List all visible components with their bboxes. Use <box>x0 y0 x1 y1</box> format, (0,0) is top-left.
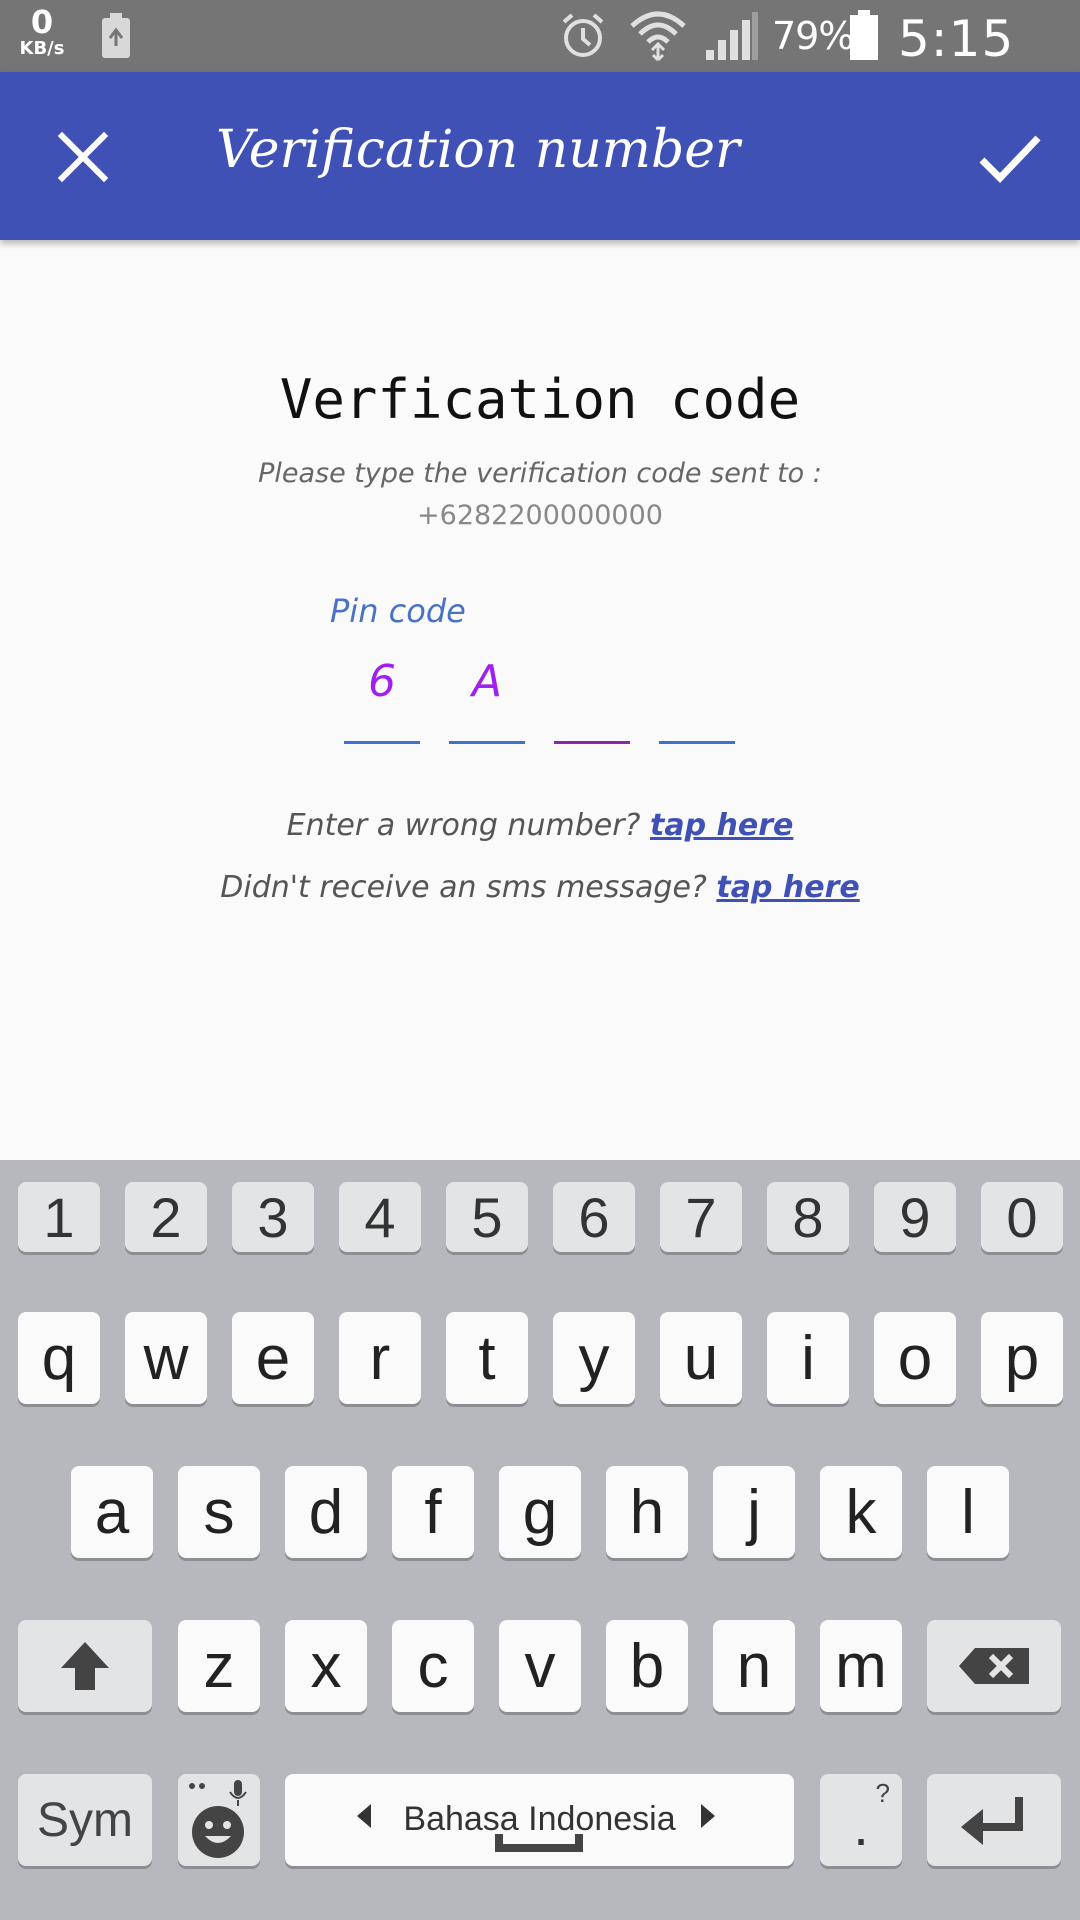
pin-digit-1-value: 6 <box>368 656 396 707</box>
wrong-number-text: Enter a wrong number? <box>286 808 641 843</box>
period-key-punct-hint: ? <box>875 1778 890 1808</box>
key-p[interactable]: p <box>981 1312 1063 1404</box>
key-w[interactable]: w <box>125 1312 207 1404</box>
pin-digit-4-underline <box>659 741 735 744</box>
key-u[interactable]: u <box>660 1312 742 1404</box>
pin-digit-3[interactable] <box>554 652 630 744</box>
page-heading: Verfication code <box>279 368 801 431</box>
key-t[interactable]: t <box>446 1312 528 1404</box>
network-speed-value: 0 <box>30 3 54 41</box>
key-k[interactable]: k <box>820 1466 902 1558</box>
key-l[interactable]: l <box>927 1466 1009 1558</box>
battery-icon <box>850 10 878 60</box>
shift-key[interactable] <box>18 1620 152 1712</box>
emoji-key[interactable] <box>178 1774 260 1866</box>
key-6[interactable]: 6 <box>553 1182 635 1252</box>
key-3[interactable]: 3 <box>232 1182 314 1252</box>
key-0[interactable]: 0 <box>981 1182 1063 1252</box>
pin-digit-1[interactable]: 6 <box>344 652 420 744</box>
wifi-icon <box>630 11 686 62</box>
key-r[interactable]: r <box>339 1312 421 1404</box>
language-right-arrow-icon <box>701 1804 715 1828</box>
pin-code-label: Pin code <box>330 592 466 630</box>
resend-sms-link[interactable]: tap here <box>716 870 859 905</box>
key-i[interactable]: i <box>767 1312 849 1404</box>
period-key[interactable]: ? . <box>820 1774 902 1866</box>
key-8[interactable]: 8 <box>767 1182 849 1252</box>
confirm-check-icon[interactable] <box>974 124 1046 190</box>
battery-saver-icon <box>102 13 130 58</box>
key-y[interactable]: y <box>553 1312 635 1404</box>
close-icon[interactable] <box>50 124 116 190</box>
backspace-key[interactable] <box>927 1620 1061 1712</box>
alarm-icon <box>562 13 604 57</box>
backspace-icon <box>959 1648 1029 1684</box>
key-j[interactable]: j <box>713 1466 795 1558</box>
key-q[interactable]: q <box>18 1312 100 1404</box>
battery-percent: 79% <box>772 14 854 58</box>
enter-key[interactable] <box>927 1774 1061 1866</box>
wrong-number-row: Enter a wrong number? tap here <box>0 808 1080 843</box>
emoji-icon <box>189 1780 247 1858</box>
key-2[interactable]: 2 <box>125 1182 207 1252</box>
pin-digit-4[interactable] <box>659 652 735 744</box>
key-z[interactable]: z <box>178 1620 260 1712</box>
key-c[interactable]: c <box>392 1620 474 1712</box>
key-h[interactable]: h <box>606 1466 688 1558</box>
network-speed: 0 KB/s <box>14 6 70 58</box>
space-bar-icon <box>495 1834 583 1852</box>
key-7[interactable]: 7 <box>660 1182 742 1252</box>
key-1[interactable]: 1 <box>18 1182 100 1252</box>
key-e[interactable]: e <box>232 1312 314 1404</box>
instruction-text: Please type the verification code sent t… <box>258 458 822 489</box>
key-o[interactable]: o <box>874 1312 956 1404</box>
key-g[interactable]: g <box>499 1466 581 1558</box>
key-b[interactable]: b <box>606 1620 688 1712</box>
signal-icon <box>706 12 758 60</box>
status-bar: 0 KB/s 79% 5:15 AM <box>0 0 1080 126</box>
pin-digit-2[interactable]: A <box>449 652 525 744</box>
pin-digit-3-underline <box>554 741 630 744</box>
sym-key[interactable]: Sym <box>18 1774 152 1866</box>
key-m[interactable]: m <box>820 1620 902 1712</box>
pin-digit-1-underline <box>344 741 420 744</box>
key-s[interactable]: s <box>178 1466 260 1558</box>
enter-icon <box>961 1797 1023 1845</box>
key-v[interactable]: v <box>499 1620 581 1712</box>
app-bar: Verification number <box>0 72 1080 240</box>
space-key[interactable]: Bahasa Indonesia <box>285 1774 794 1866</box>
wrong-number-link[interactable]: tap here <box>650 808 793 843</box>
no-sms-row: Didn't receive an sms message? tap here <box>0 870 1080 905</box>
key-d[interactable]: d <box>285 1466 367 1558</box>
key-4[interactable]: 4 <box>339 1182 421 1252</box>
key-x[interactable]: x <box>285 1620 367 1712</box>
shift-arrow-icon <box>61 1642 109 1690</box>
network-speed-unit: KB/s <box>19 38 65 59</box>
phone-number: +6282200000000 <box>417 500 663 531</box>
pin-digit-2-value: A <box>471 656 503 707</box>
app-bar-title: Verification number <box>216 120 740 180</box>
no-sms-text: Didn't receive an sms message? <box>220 870 707 905</box>
soft-keyboard: 1 2 3 4 5 6 7 8 9 0 q w e r t y u i o p … <box>0 1160 1080 1920</box>
key-n[interactable]: n <box>713 1620 795 1712</box>
period-key-label: . <box>853 1793 869 1857</box>
key-f[interactable]: f <box>392 1466 474 1558</box>
key-a[interactable]: a <box>71 1466 153 1558</box>
pin-digit-2-underline <box>449 741 525 744</box>
key-9[interactable]: 9 <box>874 1182 956 1252</box>
key-5[interactable]: 5 <box>446 1182 528 1252</box>
